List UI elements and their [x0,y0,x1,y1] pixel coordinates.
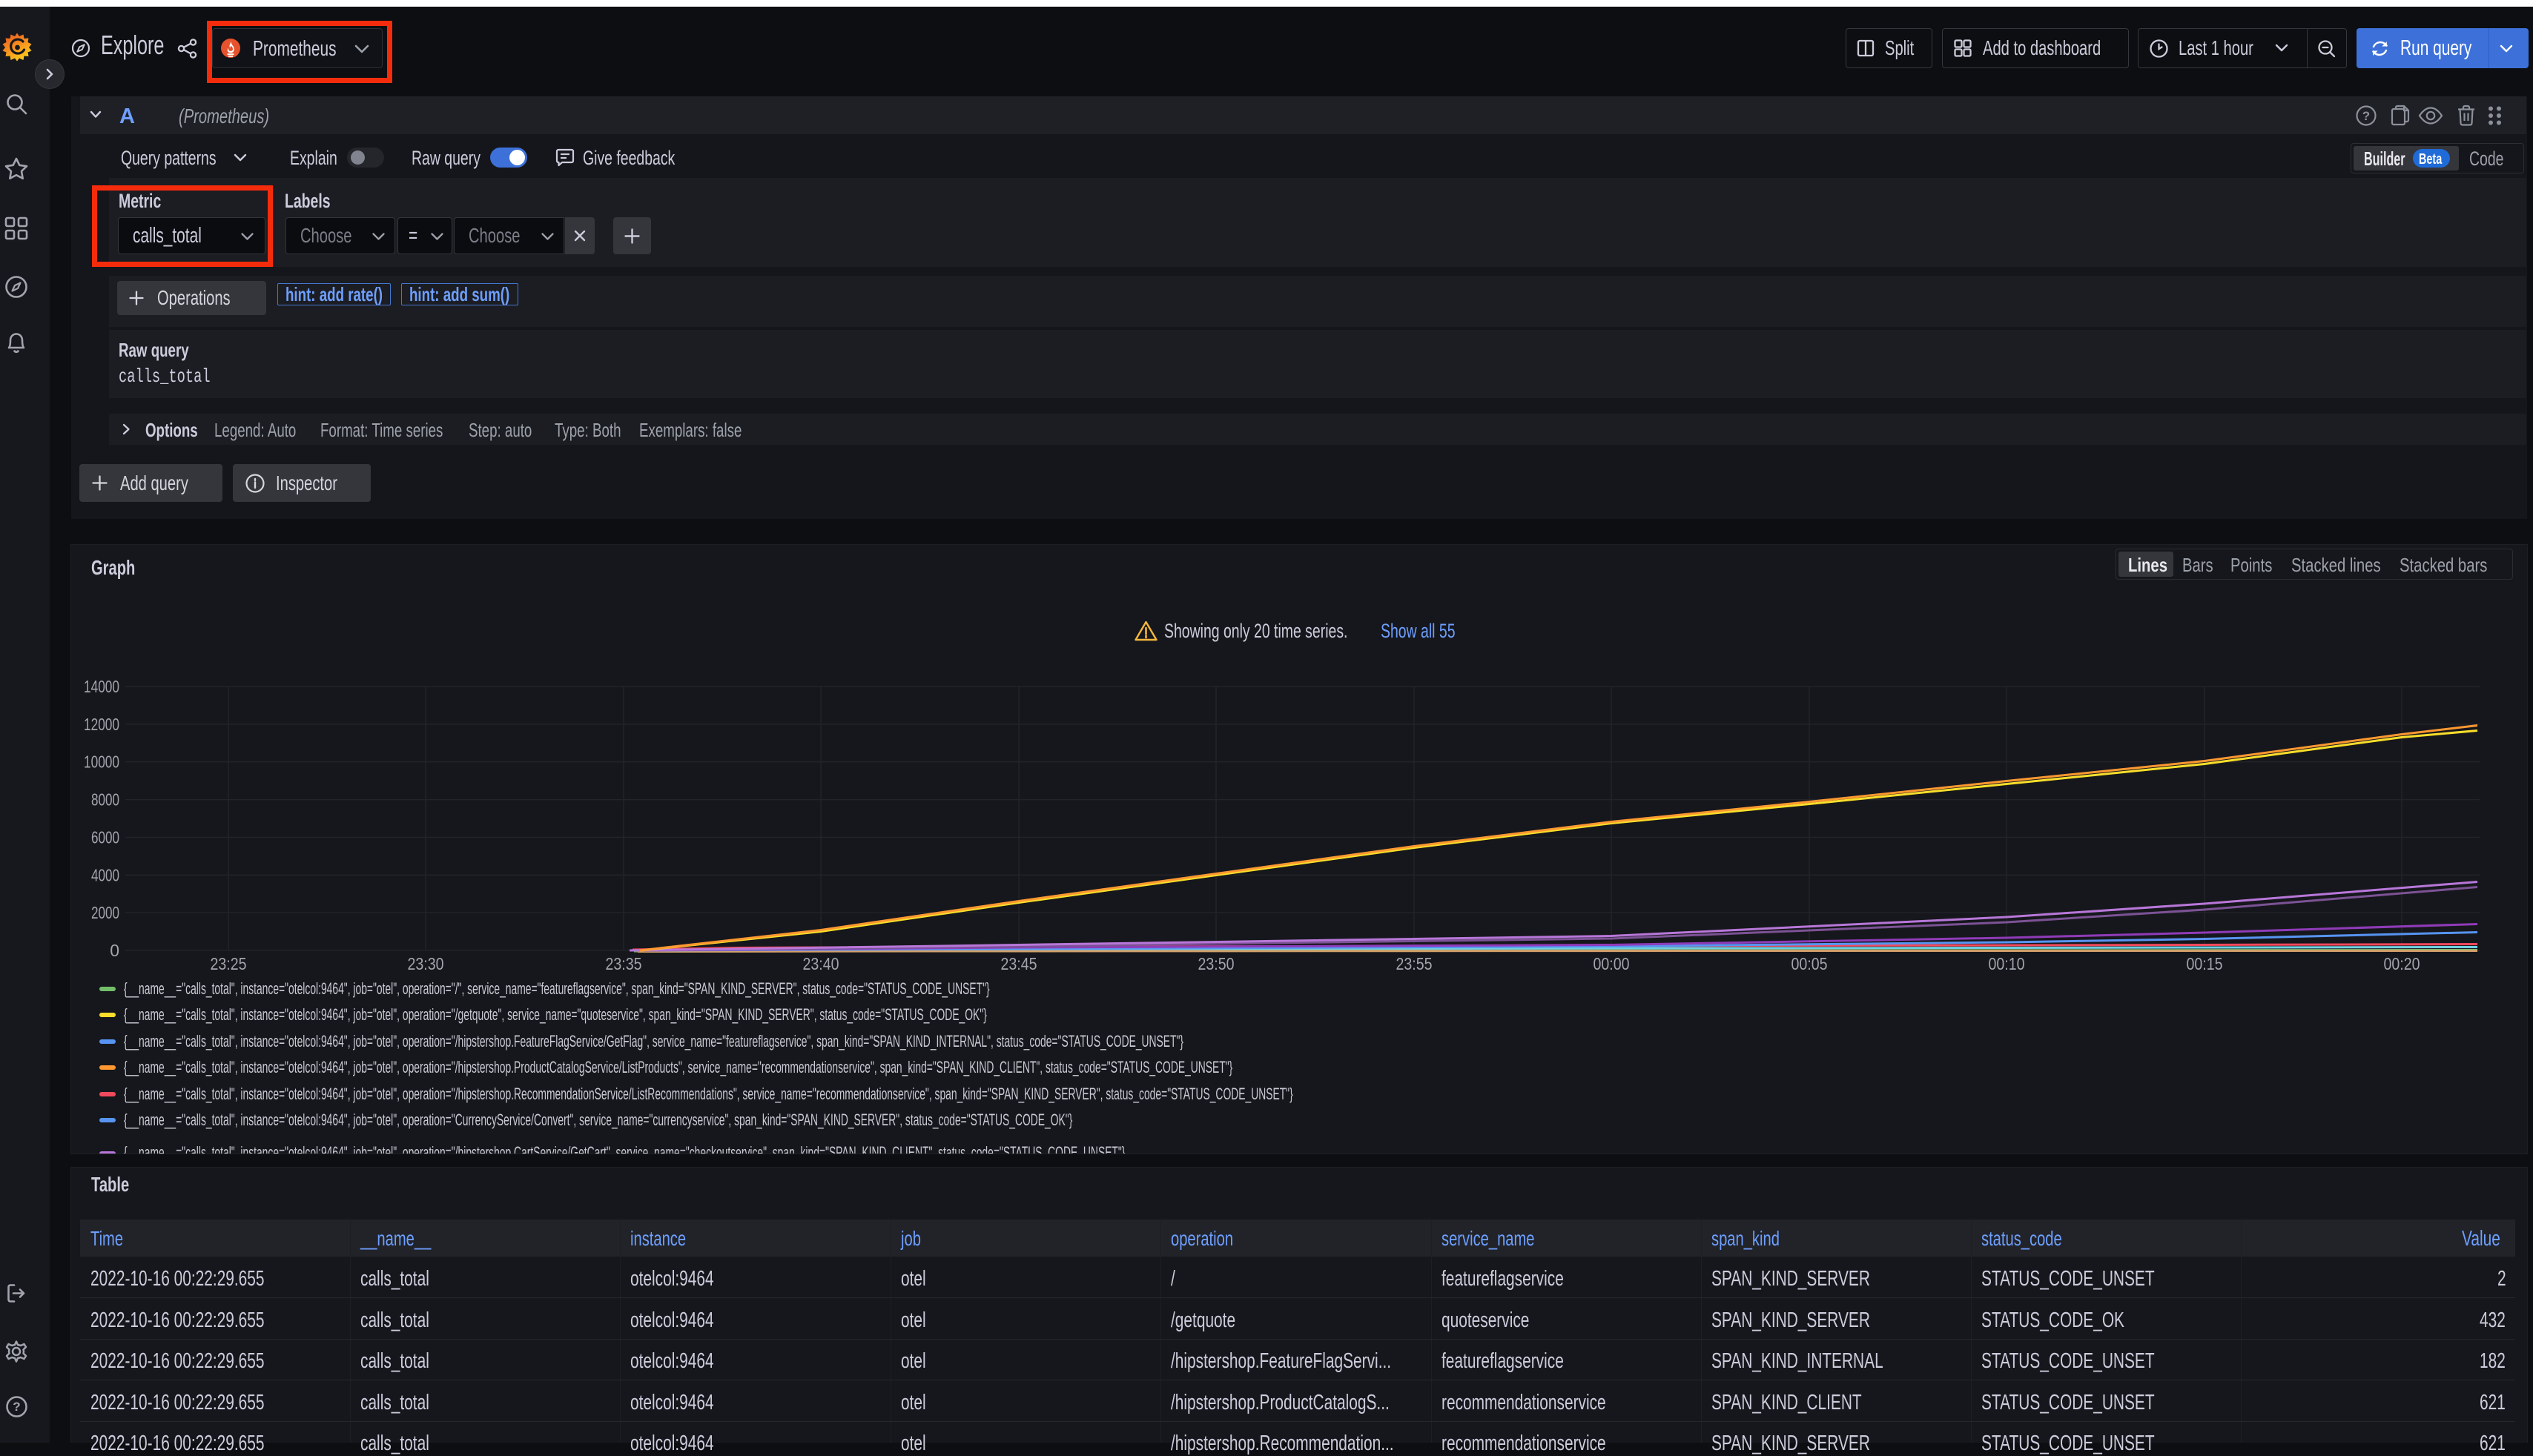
svg-text:14000: 14000 [84,677,119,696]
svg-text:23:40: 23:40 [803,954,839,973]
svg-text:12000: 12000 [84,715,119,734]
svg-text:23:50: 23:50 [1198,954,1235,973]
svg-text:?: ? [13,1400,20,1414]
svg-text:4000: 4000 [91,865,119,884]
svg-text:23:25: 23:25 [211,954,247,973]
svg-text:23:45: 23:45 [1001,954,1037,973]
svg-text:?: ? [2362,109,2370,123]
svg-text:10000: 10000 [84,752,119,772]
svg-text:00:05: 00:05 [1791,954,1828,973]
svg-text:2000: 2000 [91,903,119,922]
svg-text:23:35: 23:35 [606,954,642,973]
svg-text:6000: 6000 [91,827,119,847]
svg-text:00:00: 00:00 [1594,954,1630,973]
svg-text:8000: 8000 [91,790,119,810]
svg-text:00:10: 00:10 [1989,954,2025,973]
svg-text:00:15: 00:15 [2187,954,2223,973]
svg-text:23:55: 23:55 [1396,954,1433,973]
svg-text:00:20: 00:20 [2384,954,2420,973]
svg-text:23:30: 23:30 [408,954,444,973]
svg-text:0: 0 [110,941,119,960]
